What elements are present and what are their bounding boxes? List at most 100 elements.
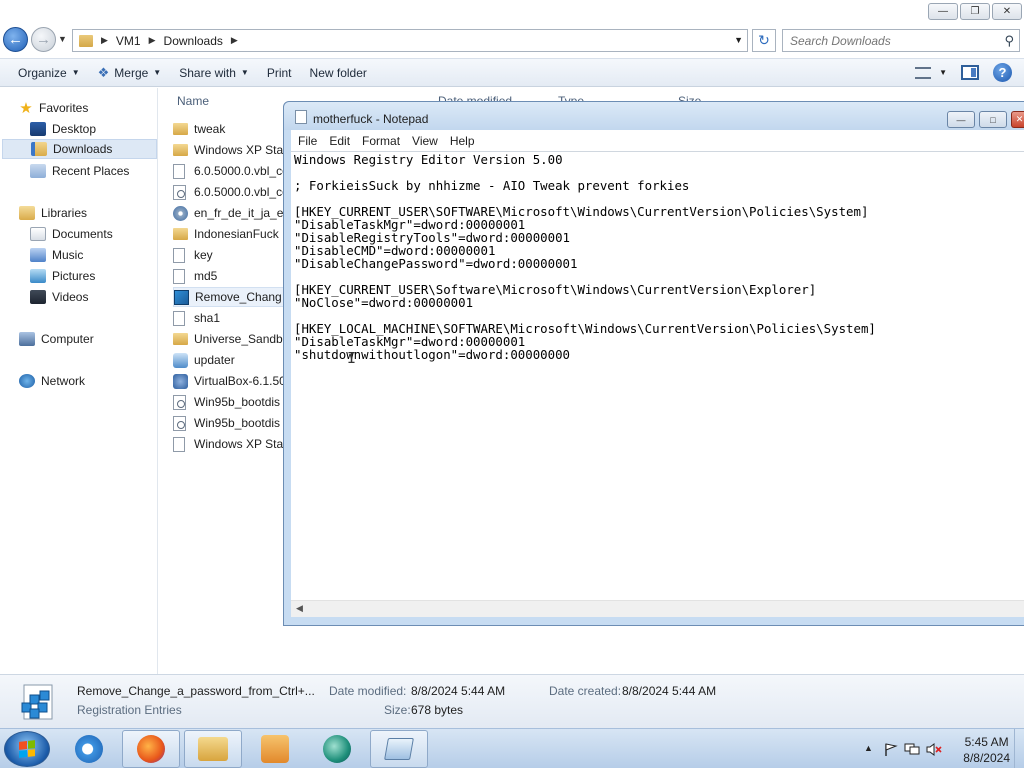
- print-button[interactable]: Print: [267, 66, 292, 80]
- file-row[interactable]: md5: [173, 266, 289, 286]
- nav-computer[interactable]: Computer: [19, 329, 177, 349]
- nav-favorites[interactable]: ★ Favorites: [18, 98, 176, 118]
- nav-label: Computer: [41, 332, 94, 346]
- address-bar[interactable]: ▶ VM1 ▶ Downloads ▶ ▼: [72, 29, 748, 52]
- registry-file-icon: [174, 289, 189, 305]
- menu-view[interactable]: View: [412, 134, 438, 148]
- horizontal-scrollbar[interactable]: ◀: [291, 600, 1024, 617]
- show-hidden-icons-icon[interactable]: ▲: [864, 743, 873, 753]
- organize-button[interactable]: Organize ▼: [18, 66, 80, 80]
- nav-network[interactable]: Network: [19, 371, 177, 391]
- recent-pages-dropdown[interactable]: ▼: [58, 34, 67, 44]
- documents-icon: [30, 227, 46, 241]
- file-name: Win95b_bootdis: [194, 416, 281, 430]
- network-icon: [19, 374, 35, 388]
- menu-format[interactable]: Format: [362, 134, 400, 148]
- minimize-button[interactable]: —: [928, 3, 958, 20]
- size-label: Size:: [384, 703, 411, 717]
- file-row[interactable]: key: [173, 245, 289, 265]
- forward-button[interactable]: →: [31, 27, 56, 52]
- nav-label: Recent Places: [52, 164, 130, 178]
- taskbar-firefox[interactable]: [122, 730, 180, 768]
- videos-icon: [30, 290, 46, 304]
- nav-label: Music: [52, 248, 84, 262]
- volume-muted-icon[interactable]: [926, 743, 942, 756]
- nav-desktop[interactable]: Desktop: [30, 119, 156, 139]
- breadcrumb-vm1[interactable]: VM1: [116, 34, 141, 48]
- breadcrumb-downloads[interactable]: Downloads: [164, 34, 223, 48]
- address-dropdown-icon[interactable]: ▼: [734, 35, 743, 45]
- chevron-right-icon[interactable]: ▶: [101, 35, 108, 46]
- firefox-icon: [137, 735, 165, 763]
- file-row[interactable]: 6.0.5000.0.vbl_co: [173, 182, 289, 202]
- new-folder-button[interactable]: New folder: [310, 66, 367, 80]
- file-row[interactable]: sha1: [173, 308, 289, 328]
- share-with-label: Share with: [179, 65, 236, 80]
- menu-help[interactable]: Help: [450, 134, 475, 148]
- search-input[interactable]: [783, 33, 993, 48]
- scroll-left-icon[interactable]: ◀: [296, 603, 303, 614]
- nav-recent-places[interactable]: Recent Places: [30, 161, 156, 181]
- taskbar-virtualbox[interactable]: [308, 730, 366, 768]
- file-name: VirtualBox-6.1.50: [194, 374, 286, 388]
- taskbar-media-player[interactable]: [246, 730, 304, 768]
- network-status-icon[interactable]: [904, 743, 920, 755]
- file-row[interactable]: Windows XP Sta: [173, 434, 289, 454]
- nav-label: Libraries: [41, 206, 88, 220]
- chevron-down-icon: ▼: [240, 68, 249, 77]
- menu-file[interactable]: File: [298, 134, 317, 148]
- maximize-button[interactable]: ❐: [960, 3, 990, 20]
- column-header-name[interactable]: Name: [177, 94, 209, 108]
- desktop-icon: [30, 122, 46, 136]
- notepad-content[interactable]: Windows Registry Editor Version 5.00 ; F…: [294, 153, 876, 361]
- nav-documents[interactable]: Documents: [30, 224, 156, 244]
- refresh-button[interactable]: ↻: [752, 29, 776, 52]
- notepad-close-button[interactable]: ✕: [1011, 111, 1024, 128]
- file-row[interactable]: IndonesianFuck: [173, 224, 289, 244]
- menu-edit[interactable]: Edit: [329, 134, 350, 148]
- clock[interactable]: 5:45 AM 8/8/2024: [963, 734, 1010, 766]
- file-row[interactable]: tweak: [173, 119, 289, 139]
- file-row[interactable]: en_fr_de_it_ja_es: [173, 203, 289, 223]
- start-button[interactable]: [4, 731, 50, 767]
- file-row[interactable]: Windows XP Sta: [173, 140, 289, 160]
- selected-file-type: Registration Entries: [77, 703, 182, 717]
- notepad-maximize-button[interactable]: □: [979, 111, 1007, 128]
- nav-libraries[interactable]: Libraries: [19, 203, 177, 223]
- close-button[interactable]: ✕: [992, 3, 1022, 20]
- share-with-button[interactable]: Share with ▼: [179, 66, 249, 80]
- refresh-icon: ↻: [758, 32, 770, 48]
- chevron-right-icon[interactable]: ▶: [231, 35, 238, 46]
- date-created-value: 8/8/2024 5:44 AM: [622, 684, 717, 698]
- config-file-icon: [173, 184, 186, 200]
- notepad-text-area[interactable]: Windows Registry Editor Version 5.00 ; F…: [291, 151, 1024, 617]
- search-icon[interactable]: ⚲: [1004, 33, 1014, 49]
- file-row[interactable]: Win95b_bootdis: [173, 392, 289, 412]
- notepad-minimize-button[interactable]: —: [947, 111, 975, 128]
- file-row[interactable]: VirtualBox-6.1.50: [173, 371, 289, 391]
- show-desktop-button[interactable]: [1014, 729, 1024, 768]
- nav-videos[interactable]: Videos: [30, 287, 156, 307]
- action-center-flag-icon[interactable]: [884, 743, 898, 756]
- file-name: Remove_Chang: [195, 290, 282, 304]
- file-name: updater: [194, 353, 235, 367]
- taskbar-notepad[interactable]: [370, 730, 428, 768]
- nav-pictures[interactable]: Pictures: [30, 266, 156, 286]
- merge-button[interactable]: ❖ Merge ▼: [98, 65, 162, 81]
- taskbar-windows-explorer[interactable]: [184, 730, 242, 768]
- help-icon[interactable]: ?: [993, 63, 1012, 82]
- file-row[interactable]: 6.0.5000.0.vbl_co: [173, 161, 289, 181]
- nav-downloads[interactable]: Downloads: [2, 139, 157, 159]
- chevron-right-icon[interactable]: ▶: [149, 35, 156, 46]
- notepad-title-bar[interactable]: motherfuck - Notepad — □ ✕: [284, 102, 1024, 130]
- back-button[interactable]: ←: [3, 27, 28, 52]
- preview-pane-icon[interactable]: [961, 65, 979, 80]
- nav-music[interactable]: Music: [30, 245, 156, 265]
- file-row[interactable]: Universe_Sandb: [173, 329, 289, 349]
- change-view-button[interactable]: ▼: [915, 66, 947, 79]
- file-row[interactable]: Win95b_bootdis: [173, 413, 289, 433]
- file-row[interactable]: updater: [173, 350, 289, 370]
- file-row[interactable]: Remove_Chang: [173, 287, 289, 307]
- taskbar-internet-explorer[interactable]: [60, 730, 118, 768]
- internet-explorer-icon: [75, 735, 103, 763]
